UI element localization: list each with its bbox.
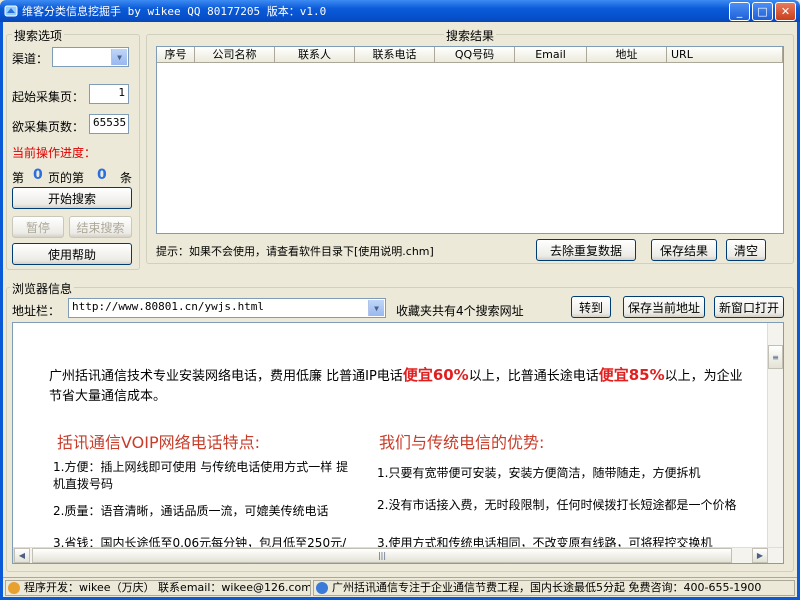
chevron-down-icon[interactable]: ▼ — [368, 300, 384, 316]
stop-search-button[interactable]: 结束搜索 — [69, 216, 132, 238]
chevron-right-icon[interactable]: ▶ — [752, 548, 768, 563]
feature-item: 1.方便：插上网线即可使用 与传统电话使用方式一样 提机直拨号码 — [53, 460, 349, 491]
column-header[interactable]: 联系电话 — [355, 47, 435, 63]
chevron-down-icon[interactable]: ▼ — [111, 49, 127, 65]
horizontal-scrollbar[interactable]: ◀ ||| ▶ — [13, 547, 783, 563]
save-address-button[interactable]: 保存当前地址 — [623, 296, 705, 318]
column-header[interactable]: 联系人 — [275, 47, 355, 63]
progress-page-count: 0 — [33, 167, 43, 183]
advantage-item: 1.只要有宽带便可安装，安装方便简洁，随带随走，方便拆机 — [377, 466, 701, 480]
address-label: 地址栏： — [12, 304, 61, 318]
app-icon — [4, 5, 18, 17]
page-count-input[interactable]: 65535 — [89, 114, 129, 134]
address-combobox[interactable]: http://www.80801.cn/ywjs.html ▼ — [68, 298, 386, 318]
column-header[interactable]: 序号 — [157, 47, 195, 63]
column-header[interactable]: Email — [515, 47, 587, 63]
price-highlight: 便宜85% — [598, 366, 665, 384]
status-bar: 程序开发：wikee（万庆） 联系email：wikee@126.com 广州括… — [3, 577, 797, 597]
help-button[interactable]: 使用帮助 — [12, 243, 132, 265]
advantage-item: 2.没有市话接入费，无时段限制，任何时候拨打长短途都是一个价格 — [377, 498, 737, 512]
search-options-legend: 搜索选项 — [12, 27, 65, 44]
status-ad-text: 广州括讯通信专注于企业通信节费工程，国内长途最低5分起 免费咨询：400-655… — [332, 581, 762, 594]
intro-paragraph: 广州括讯通信技术专业安装网络电话，费用低廉 比普通IP电话便宜60%以上，比普通… — [49, 365, 743, 407]
progress-suffix: 条 — [120, 171, 133, 185]
column-header[interactable]: QQ号码 — [435, 47, 515, 63]
close-button[interactable]: ✕ — [775, 2, 796, 21]
address-value: http://www.80801.cn/ywjs.html — [72, 300, 265, 313]
status-developer: 程序开发：wikee（万庆） 联系email：wikee@126.com — [5, 580, 311, 596]
scroll-thumb[interactable]: ||| — [32, 548, 732, 563]
browser-legend: 浏览器信息 — [10, 280, 75, 297]
results-table[interactable]: 序号 公司名称 联系人 联系电话 QQ号码 Email 地址 URL — [156, 46, 784, 234]
feature-item: 2.质量：语音清晰，通话品质一流，可媲美传统电话 — [53, 504, 329, 518]
minimize-button[interactable]: _ — [729, 2, 750, 21]
page-count-label: 欲采集页数： — [12, 120, 85, 134]
intro-text: 以上，比普通长途电话 — [468, 369, 599, 384]
save-results-button[interactable]: 保存结果 — [651, 239, 717, 261]
goto-button[interactable]: 转到 — [571, 296, 611, 318]
maximize-button[interactable]: □ — [752, 2, 773, 21]
status-developer-text: 程序开发：wikee（万庆） 联系email：wikee@126.com — [24, 581, 311, 594]
progress-item-count: 0 — [97, 167, 107, 183]
favorites-count: 收藏夹共有4个搜索网址 — [396, 304, 524, 318]
scroll-thumb[interactable]: ≡ — [768, 345, 783, 369]
start-page-input[interactable]: 1 — [89, 84, 129, 104]
clear-button[interactable]: 清空 — [726, 239, 766, 261]
status-ad: 广州括讯通信专注于企业通信节费工程，国内长途最低5分起 免费咨询：400-655… — [313, 580, 795, 596]
globe-icon — [316, 582, 328, 594]
vertical-scrollbar[interactable]: ≡ — [767, 323, 783, 547]
chevron-left-icon[interactable]: ◀ — [14, 548, 30, 563]
intro-text: 广州括讯通信技术专业安装网络电话，费用低廉 比普通IP电话 — [49, 369, 403, 384]
browser-view[interactable]: 广州括讯通信技术专业安装网络电话，费用低廉 比普通IP电话便宜60%以上，比普通… — [12, 322, 784, 564]
window-title: 维客分类信息挖掘手 by wikee QQ 80177205 版本：v1.0 — [22, 5, 327, 18]
column-header[interactable]: URL — [667, 47, 783, 63]
start-page-label: 起始采集页： — [12, 90, 85, 104]
dedupe-button[interactable]: 去除重复数据 — [536, 239, 636, 261]
usage-hint: 提示：如果不会使用，请查看软件目录下[使用说明.chm] — [156, 245, 434, 258]
title-bar[interactable]: 维客分类信息挖掘手 by wikee QQ 80177205 版本：v1.0 _… — [0, 0, 800, 22]
column-header[interactable]: 地址 — [587, 47, 667, 63]
user-icon — [8, 582, 20, 594]
progress-mid: 页的第 — [48, 171, 85, 185]
price-highlight: 便宜60% — [402, 366, 469, 384]
search-results-legend: 搜索结果 — [444, 27, 497, 44]
pause-button[interactable]: 暂停 — [12, 216, 64, 238]
new-window-button[interactable]: 新窗口打开 — [714, 296, 784, 318]
channel-select[interactable]: ▼ — [52, 47, 129, 67]
right-heading: 我们与传统电信的优势: — [379, 433, 545, 452]
column-header[interactable]: 公司名称 — [195, 47, 275, 63]
progress-prefix: 第 — [12, 171, 25, 185]
progress-label: 当前操作进度： — [12, 146, 97, 160]
left-heading: 括讯通信VOIP网络电话特点: — [57, 433, 261, 452]
channel-label: 渠道： — [12, 52, 49, 66]
start-search-button[interactable]: 开始搜索 — [12, 187, 132, 209]
